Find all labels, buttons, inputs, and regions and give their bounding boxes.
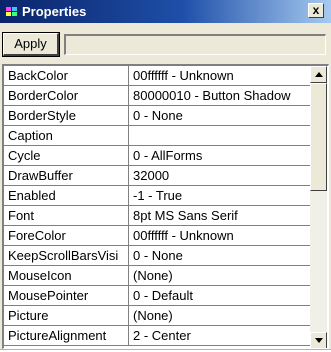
property-value[interactable]: -1 - True [130,186,311,205]
property-name[interactable]: BorderStyle [4,106,129,125]
property-row[interactable]: MousePointer 0 - Default [4,286,311,306]
property-value-input[interactable] [64,34,326,55]
property-name[interactable]: BorderColor [4,86,129,105]
apply-button[interactable]: Apply [2,32,60,57]
property-row[interactable]: Picture (None) [4,306,311,326]
close-button[interactable]: x [308,3,324,18]
property-value[interactable]: 00ffffff - Unknown [130,66,311,85]
close-icon: x [312,3,320,17]
property-row[interactable]: Enabled -1 - True [4,186,311,206]
properties-toolbar: Apply [0,31,331,59]
property-name[interactable]: Enabled [4,186,129,205]
property-name[interactable]: Picture [4,306,129,325]
scroll-down-button[interactable] [310,332,327,348]
property-list: BackColor 00ffffff - Unknown BorderColor 80… [4,66,311,346]
window-title: Properties [22,4,87,19]
property-name[interactable]: KeepScrollBarsVisi [4,246,129,265]
property-name[interactable]: MouseIcon [4,266,129,285]
property-name[interactable]: Font [4,206,129,225]
property-value[interactable]: (None) [130,266,311,285]
property-value[interactable]: 0 - None [130,106,311,125]
property-row[interactable]: ForeColor 00ffffff - Unknown [4,226,311,246]
property-row[interactable]: BorderStyle 0 - None [4,106,311,126]
property-value[interactable]: 8pt MS Sans Serif [130,206,311,225]
property-name[interactable]: BackColor [4,66,129,85]
property-value[interactable]: 2 - Center [130,326,311,345]
property-row[interactable]: BorderColor 80000010 - Button Shadow [4,86,311,106]
properties-window: Properties x Apply BackColor 00ffffff - U… [0,0,331,350]
property-value[interactable]: 80000010 - Button Shadow [130,86,311,105]
property-value[interactable]: 32000 [130,166,311,185]
property-value[interactable]: 0 - AllForms [130,146,311,165]
property-name[interactable]: PictureAlignment [4,326,129,345]
property-row[interactable]: DrawBuffer 32000 [4,166,311,186]
property-name[interactable]: Caption [4,126,129,145]
property-value[interactable]: 0 - Default [130,286,311,305]
property-name[interactable]: Cycle [4,146,129,165]
property-row[interactable]: Cycle 0 - AllForms [4,146,311,166]
property-row[interactable]: Font 8pt MS Sans Serif [4,206,311,226]
scroll-thumb[interactable] [310,83,327,191]
title-bar[interactable]: Properties x [0,0,331,23]
property-row[interactable]: KeepScrollBarsVisi 0 - None [4,246,311,266]
property-grid: BackColor 00ffffff - Unknown BorderColor 80… [2,64,329,349]
property-value[interactable]: 00ffffff - Unknown [130,226,311,245]
property-name[interactable]: MousePointer [4,286,129,305]
arrow-down-icon [315,338,323,343]
property-row[interactable]: PictureAlignment 2 - Center [4,326,311,346]
property-row[interactable]: BackColor 00ffffff - Unknown [4,66,311,86]
property-name[interactable]: ForeColor [4,226,129,245]
property-name[interactable]: DrawBuffer [4,166,129,185]
vertical-scrollbar[interactable] [310,66,327,348]
arrow-up-icon [315,72,323,77]
property-row[interactable]: Caption [4,126,311,146]
property-row[interactable]: MouseIcon (None) [4,266,311,286]
property-value[interactable] [130,126,311,145]
property-value[interactable]: 0 - None [130,246,311,265]
property-value[interactable]: (None) [130,306,311,325]
properties-window-icon [6,5,18,17]
scroll-up-button[interactable] [310,66,327,83]
